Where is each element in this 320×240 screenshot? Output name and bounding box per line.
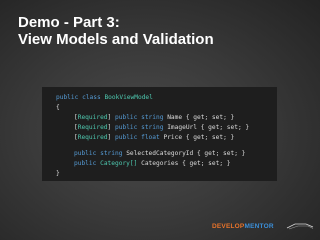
logo-swoosh-icon (286, 223, 313, 230)
code-attribute: Required (77, 124, 108, 131)
code-line-property: [Required] public string Name { get; set… (56, 113, 277, 123)
code-bracket: ] (107, 134, 112, 141)
code-keyword: public (74, 150, 97, 157)
code-keyword: public (74, 160, 97, 167)
code-keyword: public class (56, 94, 101, 101)
code-property-rest: Price { get; set; } (163, 134, 235, 141)
code-close-brace: } (56, 170, 60, 177)
code-class-name: BookViewModel (104, 94, 153, 101)
logo-wordmark: DEVELOPMENTOR (212, 223, 274, 230)
code-line-property: public string SelectedCategoryId { get; … (56, 149, 277, 159)
code-property-rest: SelectedCategoryId { get; set; } (126, 150, 246, 157)
code-type: string (100, 150, 123, 157)
slide-title: Demo - Part 3: View Models and Validatio… (18, 14, 308, 48)
code-type: float (141, 134, 160, 141)
code-type: string (141, 114, 164, 121)
code-property-rest: Name { get; set; } (167, 114, 235, 121)
code-open-brace: { (56, 104, 60, 111)
code-snippet-panel: public class BookViewModel { [Required] … (42, 87, 277, 181)
code-keyword: public (115, 134, 138, 141)
logo-text-mentor: MENTOR (244, 222, 274, 230)
code-attribute: Required (77, 114, 108, 121)
code-line-property: [Required] public string ImageUrl { get;… (56, 123, 277, 133)
code-line-class-declaration: public class BookViewModel (56, 93, 277, 103)
code-bracket: ] (107, 124, 112, 131)
code-keyword: public (115, 114, 138, 121)
code-keyword: public (115, 124, 138, 131)
logo-text-develop: DEVELOP (212, 222, 245, 230)
code-type: string (141, 124, 164, 131)
code-line-property: public Category[] Categories { get; set;… (56, 159, 277, 169)
slide-title-line-1: Demo - Part 3: (18, 14, 120, 31)
code-bracket: ] (107, 114, 112, 121)
code-attribute: Required (77, 134, 108, 141)
code-line-property: [Required] public float Price { get; set… (56, 133, 277, 143)
code-type: Category[] (100, 160, 138, 167)
code-property-rest: ImageUrl { get; set; } (167, 124, 250, 131)
slide-title-line-2: View Models and Validation (18, 31, 214, 48)
code-line-open-brace: { (56, 103, 277, 113)
code-line-close-brace: } (56, 169, 277, 179)
developmentor-logo: DEVELOPMENTOR (212, 222, 314, 230)
code-property-rest: Categories { get; set; } (141, 160, 231, 167)
